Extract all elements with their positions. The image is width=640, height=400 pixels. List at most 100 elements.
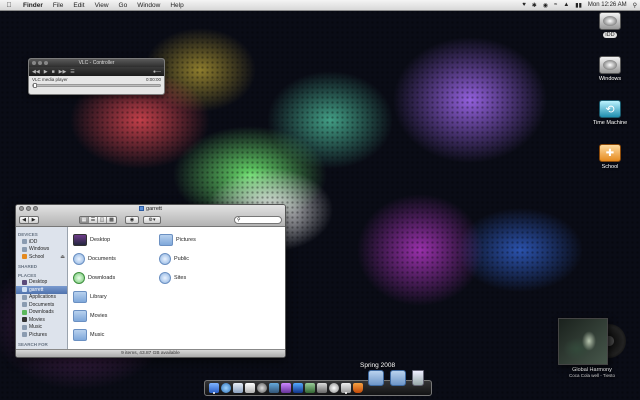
folder-item-movies[interactable]: Movies [70,306,156,325]
menu-clock[interactable]: Mon 12:26 AM [585,2,630,8]
stop-icon[interactable]: ■ [52,69,55,75]
rewind-icon[interactable]: ◀◀ [32,69,40,75]
slider-knob[interactable] [33,83,37,88]
cover-flow-button[interactable]: ▩ [107,217,116,223]
pictures-folder-icon [159,233,173,246]
eye-icon: ◉ [129,216,135,223]
menu-help[interactable]: Help [165,2,188,9]
menu-app-name[interactable]: Finder [18,2,48,9]
sidebar-item-garrett[interactable]: garrett [16,286,67,294]
vlc-media-label: VLC media player [32,77,68,82]
finder-content: Desktop Documents Downloads Library Movi… [68,227,285,349]
sidebar-item-windows[interactable]: Windows [16,246,67,254]
dock-stack-label: Spring 2008 [360,362,396,369]
folder-item-sites[interactable]: Sites [156,268,242,287]
column-view-button[interactable]: ◫ [98,216,107,223]
desktop-icon-windows[interactable]: Windows [584,56,636,82]
itunes-dock-icon[interactable] [281,383,291,393]
folder-item-library[interactable]: Library [70,287,156,306]
fast-forward-icon[interactable]: ▶▶ [59,69,67,75]
sidebar-item-music[interactable]: Music [16,324,67,332]
calendar-dock-icon[interactable] [245,383,255,393]
vlc-dock-icon[interactable] [353,383,363,393]
desktop-icon-label: iDD [603,32,617,38]
spotlight-icon[interactable]: ⚲ [630,2,640,9]
globe-dock-icon[interactable] [269,383,279,393]
menu-window[interactable]: Window [132,2,165,9]
minimize-icon[interactable] [38,61,42,65]
close-icon[interactable] [32,61,36,65]
action-button[interactable]: ⚙▾ [143,215,161,224]
volume-icon[interactable]: ▲ [560,2,572,8]
search-input[interactable]: ⚲ [234,215,282,224]
volume-slider-icon[interactable]: ●— [153,69,161,75]
vlc-titlebar[interactable]: VLC - Controller [29,59,164,67]
public-folder-icon [159,252,171,265]
sidebar-item-movies[interactable]: Movies [16,316,67,324]
hard-drive-icon [22,239,27,245]
safari-dock-icon[interactable] [221,383,231,393]
icon-view-button[interactable]: ▦ [80,216,89,223]
airport-icon[interactable]: ◉ [540,2,551,9]
now-playing-widget[interactable]: Global Harmony Coca Cola well - Tiesto [558,318,626,380]
word-dock-icon[interactable] [293,383,303,393]
folder-item-documents[interactable]: Documents [70,249,156,268]
folder-item-desktop[interactable]: Desktop [70,230,156,249]
menu-file[interactable]: File [48,2,68,9]
app-dock-icon[interactable] [305,383,315,393]
desktop-icon-time-machine[interactable]: Time Machine [584,100,636,126]
playlist-icon[interactable]: ☰ [70,69,74,75]
desktop-icon-label: Time Machine [592,120,628,126]
back-button[interactable]: ◀ [20,216,29,223]
sidebar-item-pictures[interactable]: Pictures [16,331,67,339]
album-cover [558,318,608,365]
sidebar-item-downloads[interactable]: Downloads [16,309,67,317]
wifi-icon[interactable]: ≈ [551,2,560,8]
documents-folder-icon [73,252,85,265]
quick-look-button[interactable]: ◉ [125,215,139,224]
mail-dock-icon[interactable] [233,383,243,393]
apple-menu-icon[interactable]:  [0,2,18,9]
sidebar-item-school[interactable]: School ⏏ [16,253,67,261]
folder-item-pictures[interactable]: Pictures [156,230,242,249]
sidebar-item-documents[interactable]: Documents [16,301,67,309]
sidebar-item-applications[interactable]: Applications [16,294,67,302]
zoom-icon[interactable] [44,61,48,65]
system-preferences-dock-icon[interactable] [257,383,267,393]
window-title: garrett [16,206,285,212]
status-bar: 9 items, 43.87 GB available [16,349,285,357]
desktop-icon-label: Windows [598,76,622,82]
trash-icon[interactable] [412,370,424,386]
downloads-stack-icon[interactable] [390,370,406,386]
sidebar-header-search[interactable]: SEARCH FOR [16,341,67,348]
vlc-title: VLC - Controller [78,60,115,66]
terminal-dock-icon[interactable] [317,383,327,393]
menu-edit[interactable]: Edit [68,2,89,9]
desktop-icon-school[interactable]: School [584,144,636,170]
sidebar-header-devices: DEVICES [18,232,38,237]
folder-item-music[interactable]: Music [70,325,156,344]
list-view-button[interactable]: ☰ [89,216,98,223]
menu-view[interactable]: View [90,2,114,9]
desktop-icon-idd[interactable]: iDD [584,12,636,38]
heart-icon[interactable]: ♥ [519,2,529,8]
battery-icon[interactable]: ▮▮ [572,2,585,9]
bluetooth-icon[interactable]: ✱ [529,2,540,9]
sidebar-item-idd[interactable]: iDD [16,238,67,246]
folder-item-downloads[interactable]: Downloads [70,268,156,287]
finder-window: garrett ◀ ▶ ▦ ☰ ◫ ▩ ◉ ⚙▾ ⚲ DEVICES iDD W… [15,204,286,358]
home-folder-icon [139,206,145,211]
forward-button[interactable]: ▶ [29,217,38,223]
clock-dock-icon[interactable] [329,383,339,393]
sidebar-header-places: PLACES [18,272,37,278]
eject-icon[interactable]: ⏏ [60,254,65,260]
vlc-time: 0:00:00 [145,77,161,82]
play-icon[interactable]: ▶ [44,69,48,75]
menu-go[interactable]: Go [114,2,133,9]
folder-item-public[interactable]: Public [156,249,242,268]
finder-toolbar: garrett ◀ ▶ ▦ ☰ ◫ ▩ ◉ ⚙▾ ⚲ [16,205,285,227]
sidebar-header-shared[interactable]: SHARED [16,263,67,270]
stack-folder-icon[interactable] [368,370,384,386]
sidebar-item-desktop[interactable]: Desktop [16,279,67,287]
vlc-position-slider[interactable] [32,83,161,88]
